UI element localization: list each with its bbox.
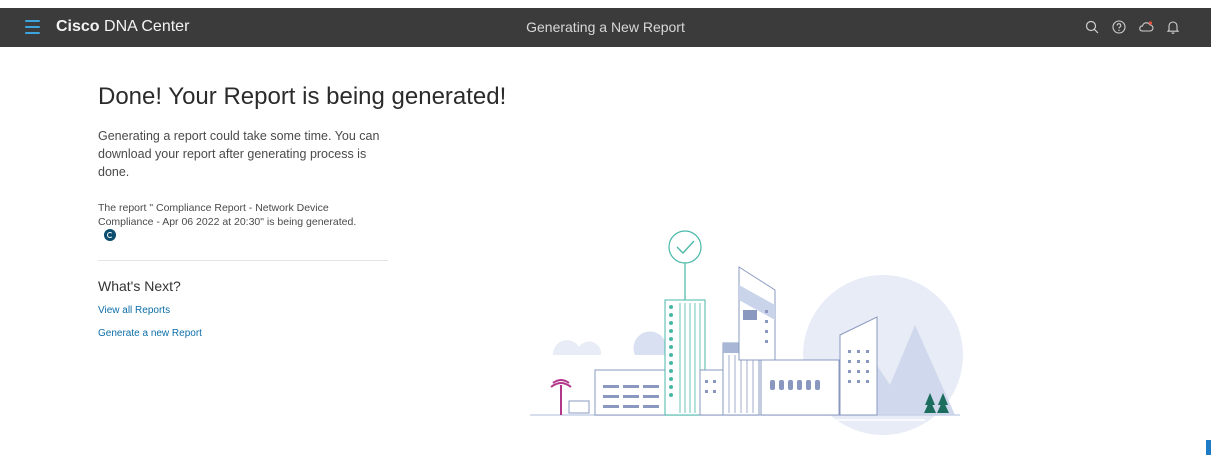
whats-next-heading: What's Next? <box>98 278 181 294</box>
side-panel-tab[interactable] <box>1206 440 1211 455</box>
header-actions <box>1084 19 1181 35</box>
status-text: The report " Compliance Report - Network… <box>98 202 357 228</box>
menu-icon[interactable] <box>25 20 40 34</box>
headline: Done! Your Report is being generated! <box>98 83 507 110</box>
status-message: The report " Compliance Report - Network… <box>98 201 358 243</box>
brand-product: DNA Center <box>104 18 190 35</box>
generate-new-report-link[interactable]: Generate a new Report <box>98 328 202 339</box>
cloud-icon[interactable] <box>1138 19 1154 35</box>
city-illustration <box>530 230 963 435</box>
search-icon[interactable] <box>1084 19 1100 35</box>
view-all-reports-link[interactable]: View all Reports <box>98 305 170 316</box>
divider <box>98 260 388 261</box>
help-icon[interactable] <box>1111 19 1127 35</box>
description-text: Generating a report could take some time… <box>98 129 380 179</box>
refresh-icon[interactable] <box>104 229 116 241</box>
brand-cisco: Cisco <box>56 18 100 35</box>
app-brand[interactable]: Cisco DNA Center <box>56 18 189 36</box>
bell-icon[interactable] <box>1165 19 1181 35</box>
top-navigation-bar: Cisco DNA Center Generating a New Report <box>0 8 1211 47</box>
